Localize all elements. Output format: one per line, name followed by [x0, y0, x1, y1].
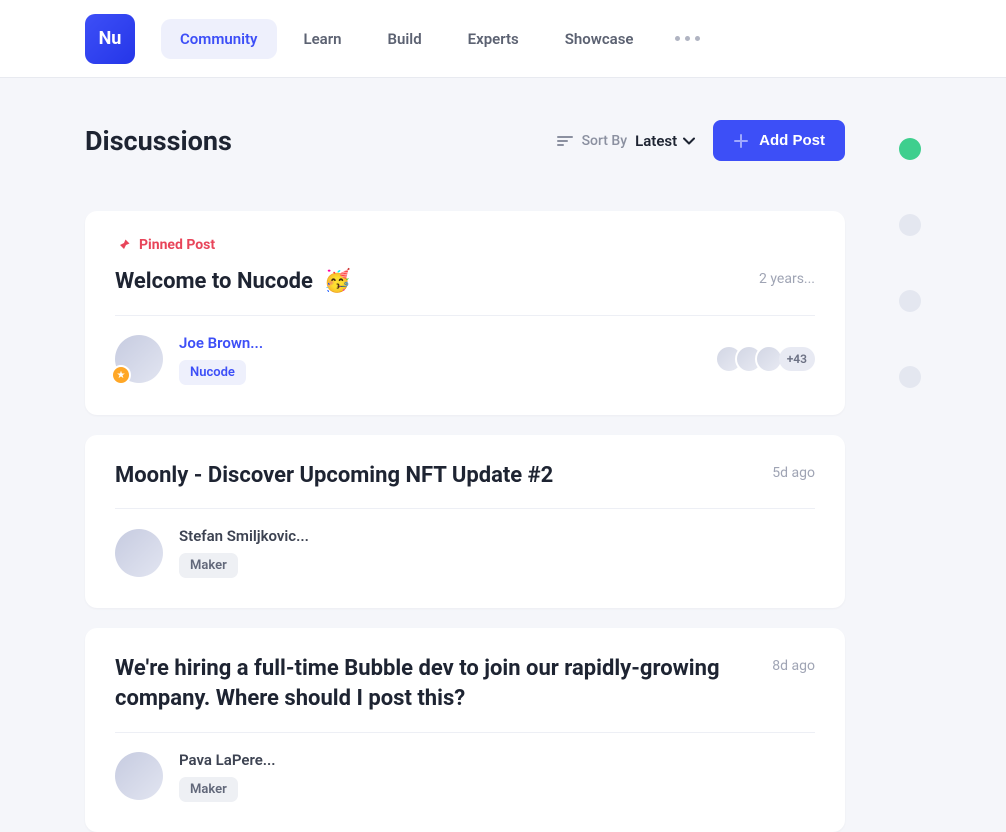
sort-dropdown[interactable]: Sort By Latest	[556, 132, 696, 150]
post-time: 5d ago	[772, 465, 815, 481]
post-time: 8d ago	[772, 658, 815, 674]
post-title: We're hiring a full-time Bubble dev to j…	[115, 654, 752, 713]
dot-icon	[695, 36, 700, 41]
plus-icon	[733, 133, 749, 149]
status-dot-icon	[899, 214, 921, 236]
post-card[interactable]: Moonly - Discover Upcoming NFT Update #2…	[85, 435, 845, 609]
sort-icon	[556, 134, 574, 148]
post-card[interactable]: Pinned Post Welcome to Nucode 🥳 2 years.…	[85, 211, 845, 415]
nav-item-experts[interactable]: Experts	[449, 19, 538, 59]
dot-icon	[685, 36, 690, 41]
header-actions: Sort By Latest Add Post	[556, 120, 845, 161]
post-title: Moonly - Discover Upcoming NFT Update #2	[115, 461, 553, 491]
page-header: Discussions Sort By Latest Add Post	[85, 120, 845, 161]
status-dot-icon	[899, 138, 921, 160]
author-block: Stefan Smiljkovic... Maker	[115, 527, 309, 578]
sidebar-peek	[899, 120, 921, 832]
status-dot-icon	[899, 290, 921, 312]
nav-item-build[interactable]: Build	[369, 19, 441, 59]
divider	[115, 732, 815, 733]
post-tag[interactable]: Maker	[179, 553, 238, 578]
top-navigation: Nu Community Learn Build Experts Showcas…	[0, 0, 1006, 78]
page-title: Discussions	[85, 125, 232, 157]
avatar[interactable]	[115, 752, 163, 800]
post-tag[interactable]: Nucode	[179, 360, 246, 385]
divider	[115, 508, 815, 509]
sort-label: Sort By	[582, 133, 628, 149]
avatar[interactable]	[115, 335, 163, 383]
post-tag[interactable]: Maker	[179, 777, 238, 802]
participants-more: +43	[779, 347, 815, 371]
nav-item-learn[interactable]: Learn	[285, 19, 361, 59]
dot-icon	[675, 36, 680, 41]
author-name: Pava LaPere...	[179, 751, 276, 769]
post-card[interactable]: We're hiring a full-time Bubble dev to j…	[85, 628, 845, 831]
participants[interactable]: +43	[723, 345, 815, 373]
star-badge-icon	[111, 365, 131, 385]
nav-item-showcase[interactable]: Showcase	[546, 19, 653, 59]
author-block: Joe Brown... Nucode	[115, 334, 263, 385]
author-link[interactable]: Joe Brown...	[179, 334, 263, 352]
post-title: Welcome to Nucode 🥳	[115, 267, 351, 297]
author-block: Pava LaPere... Maker	[115, 751, 276, 802]
primary-nav: Community Learn Build Experts Showcase	[161, 19, 714, 59]
divider	[115, 315, 815, 316]
main-content: Discussions Sort By Latest Add Post	[85, 120, 845, 832]
add-post-label: Add Post	[759, 132, 825, 149]
pinned-tag: Pinned Post	[115, 237, 815, 253]
pin-icon	[115, 237, 131, 253]
chevron-down-icon	[683, 137, 695, 145]
add-post-button[interactable]: Add Post	[713, 120, 845, 161]
post-list: Pinned Post Welcome to Nucode 🥳 2 years.…	[85, 211, 845, 832]
nav-item-community[interactable]: Community	[161, 19, 277, 59]
logo[interactable]: Nu	[85, 14, 135, 64]
emoji: 🥳	[324, 269, 351, 294]
author-name: Stefan Smiljkovic...	[179, 527, 309, 545]
sort-value: Latest	[635, 132, 695, 150]
avatar[interactable]	[115, 529, 163, 577]
post-time: 2 years...	[759, 271, 815, 287]
status-dot-icon	[899, 366, 921, 388]
nav-more-button[interactable]	[661, 36, 714, 41]
